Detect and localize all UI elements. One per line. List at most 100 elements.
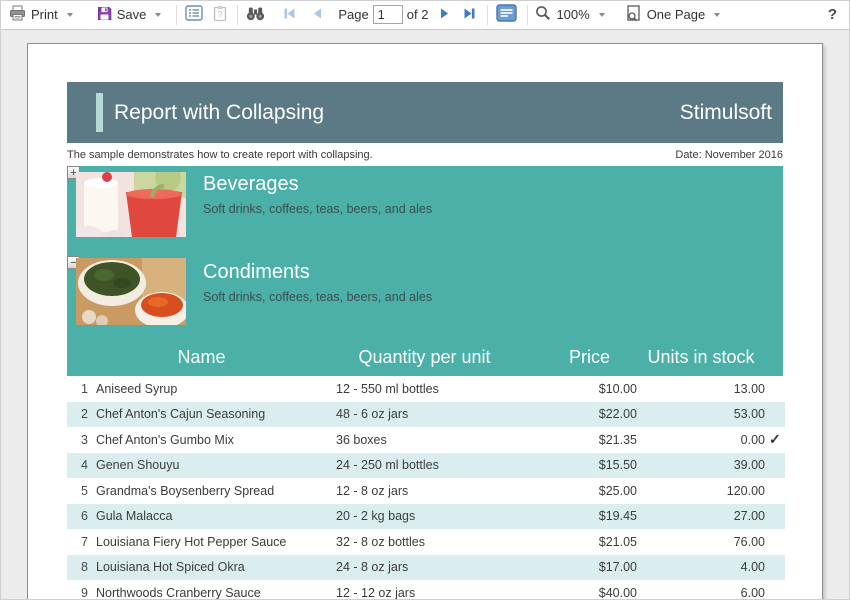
next-page-icon xyxy=(438,7,451,23)
chevron-down-icon xyxy=(714,13,720,17)
binoculars-icon xyxy=(246,6,265,24)
table-row: 7 Louisiana Fiery Hot Pepper Sauce 32 - … xyxy=(67,529,785,555)
table-row: 3 Chef Anton's Gumbo Mix 36 boxes $21.35… xyxy=(67,427,785,453)
row-number: 9 xyxy=(67,586,96,600)
cell-name: Northwoods Cranberry Sauce xyxy=(96,586,307,600)
toolbar-separator xyxy=(176,5,177,25)
table-header-row: Name Quantity per unit Price Units in st… xyxy=(67,338,785,376)
table-row: 5 Grandma's Boysenberry Spread 12 - 8 oz… xyxy=(67,478,785,504)
table-body: 1 Aniseed Syrup 12 - 550 ml bottles $10.… xyxy=(67,376,785,600)
table-row: 2 Chef Anton's Cajun Seasoning 48 - 6 oz… xyxy=(67,402,785,428)
chevron-down-icon xyxy=(599,13,605,17)
category-description: Soft drinks, coffees, teas, beers, and a… xyxy=(203,202,432,216)
beverages-category: Beverages Soft drinks, coffees, teas, be… xyxy=(203,173,432,216)
cell-price: $22.00 xyxy=(542,407,637,421)
row-number: 8 xyxy=(67,560,96,574)
check-mark-icon: ✓ xyxy=(765,431,785,448)
report-title-banner: Report with Collapsing Stimulsoft xyxy=(67,82,783,143)
report-description: The sample demonstrates how to create re… xyxy=(67,149,373,161)
accent-bar xyxy=(96,93,103,132)
cell-name: Grandma's Boysenberry Spread xyxy=(96,484,307,498)
cell-name: Chef Anton's Gumbo Mix xyxy=(96,433,307,447)
toolbar-separator xyxy=(487,5,488,25)
cell-price: $25.00 xyxy=(542,484,637,498)
category-title: Condiments xyxy=(203,261,432,284)
print-button[interactable]: Print xyxy=(6,2,76,28)
row-number: 4 xyxy=(67,458,96,472)
condiments-image xyxy=(76,258,186,325)
cell-units: 27.00 xyxy=(637,509,765,523)
cell-price: $40.00 xyxy=(542,586,637,600)
cell-units: 13.00 xyxy=(637,382,765,396)
printer-icon xyxy=(9,5,26,24)
row-number: 6 xyxy=(67,509,96,523)
cell-quantity: 12 - 12 oz jars xyxy=(307,586,542,600)
cell-units: 4.00 xyxy=(637,560,765,574)
report-page: Report with Collapsing Stimulsoft The sa… xyxy=(27,43,823,600)
find-button[interactable] xyxy=(244,2,267,28)
cell-quantity: 12 - 550 ml bottles xyxy=(307,382,542,396)
page-count-label: of 2 xyxy=(407,7,429,22)
column-header-units: Units in stock xyxy=(637,347,765,368)
column-header-name: Name xyxy=(96,347,307,368)
help-button[interactable]: ? xyxy=(825,6,840,23)
cell-units: 120.00 xyxy=(637,484,765,498)
full-screen-button[interactable] xyxy=(494,2,519,28)
cell-quantity: 24 - 8 oz jars xyxy=(307,560,542,574)
row-number: 7 xyxy=(67,535,96,549)
cell-quantity: 36 boxes xyxy=(307,433,542,447)
svg-text:?: ? xyxy=(218,10,223,19)
table-row: 9 Northwoods Cranberry Sauce 12 - 12 oz … xyxy=(67,580,785,600)
chevron-down-icon xyxy=(155,13,161,17)
cell-price: $17.00 xyxy=(542,560,637,574)
cell-quantity: 48 - 6 oz jars xyxy=(307,407,542,421)
next-page-button[interactable] xyxy=(436,2,453,28)
condiments-category: Condiments Soft drinks, coffees, teas, b… xyxy=(203,261,432,304)
cell-quantity: 24 - 250 ml bottles xyxy=(307,458,542,472)
previous-page-button[interactable] xyxy=(309,2,326,28)
row-number: 2 xyxy=(67,407,96,421)
cell-price: $10.00 xyxy=(542,382,637,396)
bookmarks-panel-button[interactable] xyxy=(183,2,205,28)
cell-quantity: 32 - 8 oz bottles xyxy=(307,535,542,549)
zoom-button[interactable]: 100% xyxy=(532,2,607,28)
column-header-price: Price xyxy=(542,347,637,368)
row-number: 5 xyxy=(67,484,96,498)
toolbar-separator xyxy=(237,5,238,25)
cell-price: $21.05 xyxy=(542,535,637,549)
last-page-icon xyxy=(463,7,477,23)
cell-name: Louisiana Fiery Hot Pepper Sauce xyxy=(96,535,307,549)
beverages-image xyxy=(76,172,186,237)
table-row: 1 Aniseed Syrup 12 - 550 ml bottles $10.… xyxy=(67,376,785,402)
cell-units: 0.00 xyxy=(637,433,765,447)
report-title: Report with Collapsing xyxy=(114,101,324,125)
page-label: Page xyxy=(338,7,368,22)
column-header-quantity: Quantity per unit xyxy=(307,347,542,368)
toolbar-separator xyxy=(527,5,528,25)
cell-quantity: 12 - 8 oz jars xyxy=(307,484,542,498)
one-page-icon xyxy=(625,5,642,25)
cell-units: 53.00 xyxy=(637,407,765,421)
magnifier-icon xyxy=(535,5,551,24)
save-button[interactable]: Save xyxy=(94,2,165,28)
toolbar: Print Save xyxy=(0,0,850,30)
zoom-value-label: 100% xyxy=(556,7,589,22)
first-page-button[interactable] xyxy=(281,2,299,28)
category-description: Soft drinks, coffees, teas, beers, and a… xyxy=(203,290,432,304)
table-row: 6 Gula Malacca 20 - 2 kg bags $19.45 27.… xyxy=(67,504,785,530)
cell-name: Aniseed Syrup xyxy=(96,382,307,396)
parameters-panel-button[interactable]: ? xyxy=(211,2,229,28)
view-mode-button[interactable]: One Page xyxy=(622,2,724,28)
cell-price: $15.50 xyxy=(542,458,637,472)
view-mode-label: One Page xyxy=(647,7,706,22)
cell-price: $19.45 xyxy=(542,509,637,523)
table-row: 4 Genen Shouyu 24 - 250 ml bottles $15.5… xyxy=(67,453,785,479)
page-number-input[interactable] xyxy=(373,5,403,24)
cell-quantity: 20 - 2 kg bags xyxy=(307,509,542,523)
row-number: 1 xyxy=(67,382,96,396)
report-viewer-area: Report with Collapsing Stimulsoft The sa… xyxy=(0,31,850,600)
last-page-button[interactable] xyxy=(461,2,479,28)
report-date: Date: November 2016 xyxy=(675,149,783,161)
category-group-block: + xyxy=(67,166,783,376)
first-page-icon xyxy=(283,7,297,23)
